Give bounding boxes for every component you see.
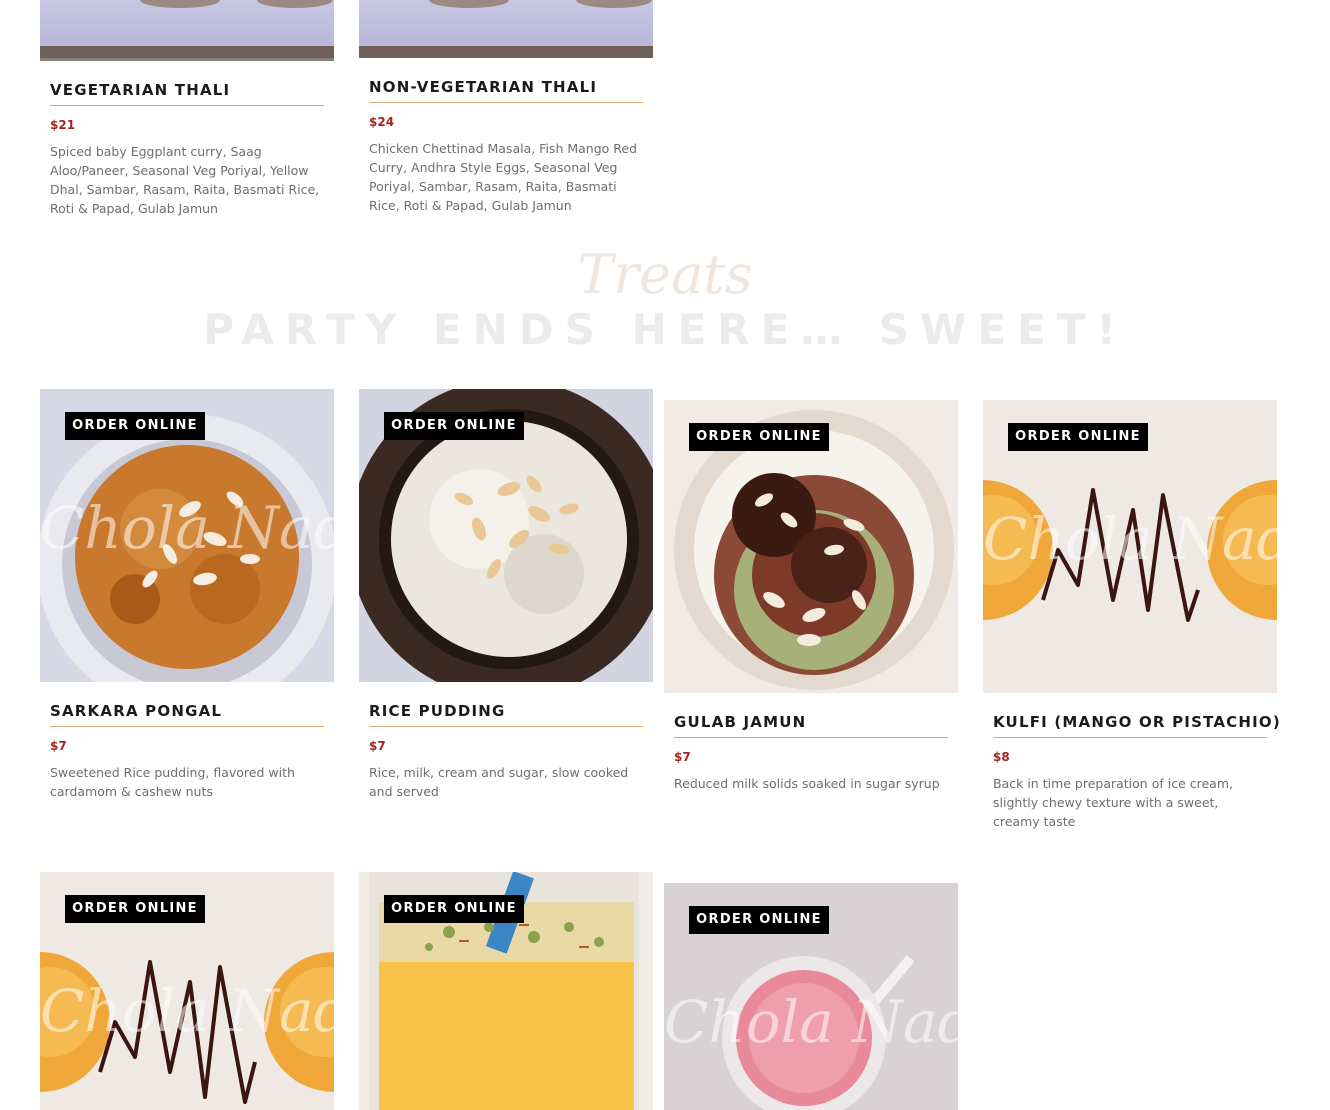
sarkara-pongal-image: Chola Nad ORDER ONLINE xyxy=(40,389,334,682)
item-title: Non-Vegetarian Thali xyxy=(369,78,643,103)
item-title: Vegetarian Thali xyxy=(50,81,324,106)
item-price: $7 xyxy=(369,739,386,753)
item-price: $21 xyxy=(50,118,76,132)
item-title: Kulfi (Mango or Pistachio) xyxy=(993,713,1280,738)
menu-card-rose-milk: Chola Nad ORDER ONLINE xyxy=(664,883,958,1110)
menu-card-gulab-jamun: ORDER ONLINE Gulab Jamun $7 Reduced milk… xyxy=(664,400,958,793)
rose-milk-image: Chola Nad ORDER ONLINE xyxy=(664,883,958,1110)
menu-card-rice-pudding: ORDER ONLINE Rice Pudding $7 Rice, milk,… xyxy=(359,389,653,801)
watermark: Chola Nad xyxy=(664,988,958,1056)
item-price: $7 xyxy=(674,750,691,764)
menu-card-mango-lassi: ORDER ONLINE xyxy=(359,872,653,1110)
item-description: Chicken Chettinad Masala, Fish Mango Red… xyxy=(369,141,638,213)
section-title: PARTY ENDS HERE… SWEET! xyxy=(203,305,1127,354)
item-price: $24 xyxy=(369,115,395,129)
kulfi-plate-image: Chola Nad ORDER ONLINE xyxy=(40,872,334,1110)
item-description: Rice, milk, cream and sugar, slow cooked… xyxy=(369,765,629,799)
watermark: Chola Nad xyxy=(40,494,334,562)
gulab-jamun-image: ORDER ONLINE xyxy=(664,400,958,693)
thali-image xyxy=(40,0,334,61)
item-price: $8 xyxy=(993,750,1010,764)
menu-card-vegetarian-thali: Vegetarian Thali $21 Spiced baby Eggplan… xyxy=(40,0,334,218)
menu-card-non-vegetarian-thali: Non-Vegetarian Thali $24 Chicken Chettin… xyxy=(359,0,653,215)
mango-lassi-image: ORDER ONLINE xyxy=(359,872,653,1110)
kulfi-image: Chola Nad ORDER ONLINE xyxy=(983,400,1277,693)
item-title: Gulab Jamun xyxy=(674,713,948,738)
item-title: Rice Pudding xyxy=(369,702,643,727)
menu-card-kulfi: Chola Nad ORDER ONLINE Kulfi (Mango or P… xyxy=(983,400,1280,831)
watermark: Chola Nad xyxy=(983,505,1277,573)
item-price: $7 xyxy=(50,739,67,753)
watermark: Chola Nad xyxy=(40,977,334,1045)
item-description: Back in time preparation of ice cream, s… xyxy=(993,776,1233,829)
order-online-button[interactable]: ORDER ONLINE xyxy=(384,895,524,923)
menu-card-sarkara-pongal: Chola Nad ORDER ONLINE Sarkara Pongal $7… xyxy=(40,389,334,801)
order-online-button[interactable]: ORDER ONLINE xyxy=(65,412,205,440)
order-online-button[interactable]: ORDER ONLINE xyxy=(689,906,829,934)
order-online-button[interactable]: ORDER ONLINE xyxy=(689,423,829,451)
item-title: Sarkara Pongal xyxy=(50,702,324,727)
thali-image xyxy=(359,0,653,58)
order-online-button[interactable]: ORDER ONLINE xyxy=(65,895,205,923)
menu-card-kulfi-2: Chola Nad ORDER ONLINE xyxy=(40,872,334,1110)
order-online-button[interactable]: ORDER ONLINE xyxy=(384,412,524,440)
item-description: Sweetened Rice pudding, flavored with ca… xyxy=(50,765,295,799)
order-online-button[interactable]: ORDER ONLINE xyxy=(1008,423,1148,451)
item-description: Spiced baby Eggplant curry, Saag Aloo/Pa… xyxy=(50,144,320,216)
rice-pudding-image: ORDER ONLINE xyxy=(359,389,653,682)
item-description: Reduced milk solids soaked in sugar syru… xyxy=(674,776,940,791)
section-script-title: Treats xyxy=(577,243,753,306)
